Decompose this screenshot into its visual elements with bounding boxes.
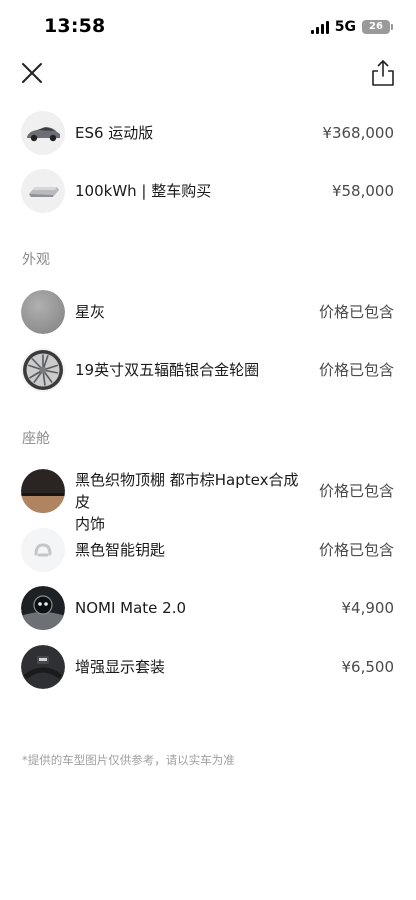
section-title-interior: 座舱 [22,431,50,447]
display-package-price: ¥6,500 [341,658,395,676]
battery-label: 100kWh | 整车购买 [75,182,212,200]
status-indicators: 5G 26 [310,19,393,35]
paint-color-swatch [21,290,65,334]
close-icon[interactable] [18,59,46,87]
nomi-mate-label: NOMI Mate 2.0 [75,599,187,617]
interior-trim-label-line1: 黑色织物顶棚 都市棕Haptex合成皮 [75,471,299,511]
car-thumbnail [21,111,65,155]
wheel-thumbnail [21,348,65,392]
display-package-thumbnail [21,645,65,689]
display-package-label: 增强显示套装 [75,658,166,676]
signal-icon [310,20,329,34]
list-item-smart-key: 黑色智能钥匙 价格已包含 [0,528,416,572]
list-item-paint: 星灰 价格已包含 [0,290,416,334]
battery-pack-thumbnail [21,169,65,213]
disclaimer-note: *提供的车型图片仅供参考，请以实车为准 [22,753,235,767]
status-time: 13:58 [44,15,106,37]
list-item-display-package: 增强显示套装 ¥6,500 [0,645,416,689]
list-item-battery: 100kWh | 整车购买 ¥58,000 [0,169,416,213]
list-item-wheels: 19英寸双五辐酷银合金轮圈 价格已包含 [0,348,416,392]
paint-price: 价格已包含 [318,303,394,321]
paint-label: 星灰 [75,303,106,321]
list-item-car-model: ES6 运动版 ¥368,000 [0,111,416,155]
list-item-interior-trim: 黑色织物顶棚 都市棕Haptex合成皮 内饰 价格已包含 [0,469,416,533]
interior-trim-label: 黑色织物顶棚 都市棕Haptex合成皮 内饰 [75,469,310,535]
car-model-price: ¥368,000 [322,124,394,142]
wheels-price: 价格已包含 [318,361,394,379]
smart-key-label: 黑色智能钥匙 [75,541,166,559]
smart-key-thumbnail [21,528,65,572]
nomi-mate-price: ¥4,900 [341,599,395,617]
interior-trim-thumbnail [21,469,65,513]
battery-price: ¥58,000 [331,182,394,200]
car-model-label: ES6 运动版 [75,124,154,142]
wheels-label: 19英寸双五辐酷银合金轮圈 [75,361,260,379]
share-icon[interactable] [368,58,398,88]
section-title-exterior: 外观 [22,252,50,268]
battery-icon: 26 [362,20,393,34]
network-type: 5G [334,19,356,35]
nomi-mate-thumbnail [21,586,65,630]
interior-trim-price: 价格已包含 [318,482,394,500]
smart-key-price: 价格已包含 [318,541,394,559]
top-bar [0,56,416,92]
list-item-nomi-mate: NOMI Mate 2.0 ¥4,900 [0,586,416,630]
status-bar: 13:58 5G 26 [0,0,416,54]
